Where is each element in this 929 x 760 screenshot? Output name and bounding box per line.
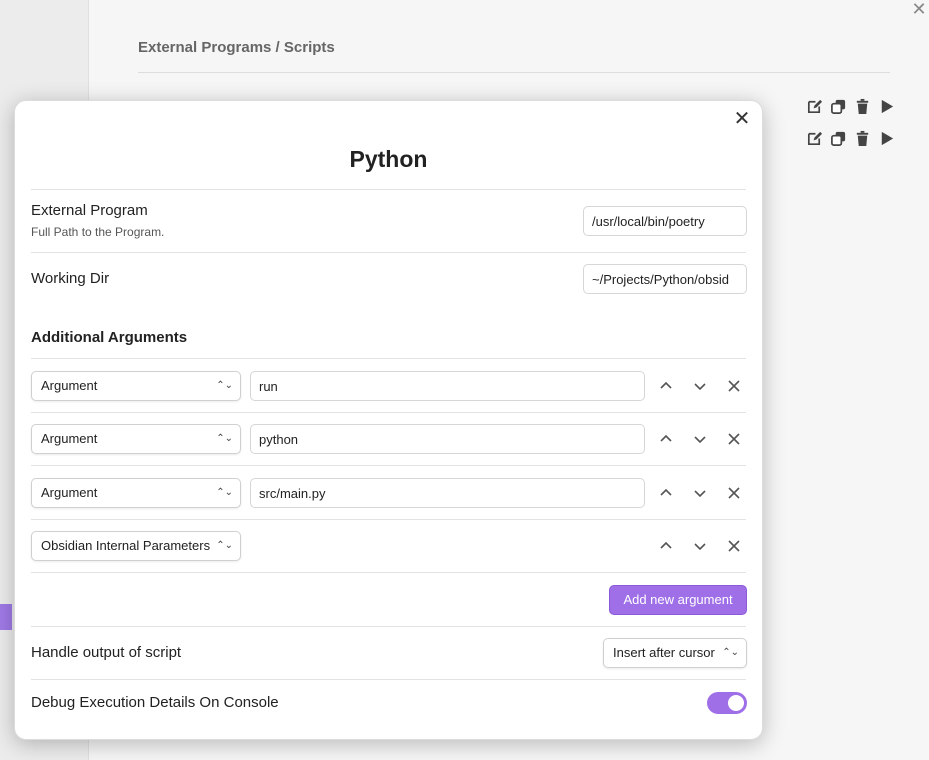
divider <box>31 252 746 253</box>
working-dir-label: Working Dir <box>31 270 110 287</box>
toggle-knob <box>728 695 744 711</box>
argument-type-select[interactable]: Obsidian Internal Parameters ⌃⌄ <box>31 531 241 561</box>
handle-output-select[interactable]: Insert after cursor ⌃⌄ <box>603 638 747 668</box>
section-title: External Programs / Scripts <box>138 39 335 56</box>
remove-argument-icon[interactable] <box>725 537 743 555</box>
argument-type-value: Obsidian Internal Parameters <box>41 538 211 553</box>
chevron-updown-icon: ⌃⌄ <box>216 487 233 498</box>
edit-icon[interactable] <box>806 130 823 147</box>
argument-type-select[interactable]: Argument ⌃⌄ <box>31 424 241 454</box>
external-program-input[interactable] <box>583 206 747 236</box>
argument-value-input[interactable] <box>250 371 645 401</box>
add-new-argument-button[interactable]: Add new argument <box>609 585 747 615</box>
argument-type-select[interactable]: Argument ⌃⌄ <box>31 371 241 401</box>
move-up-icon[interactable] <box>657 537 675 555</box>
chevron-updown-icon: ⌃⌄ <box>216 433 233 444</box>
script-actions-row-1 <box>806 98 895 115</box>
move-down-icon[interactable] <box>691 484 709 502</box>
move-up-icon[interactable] <box>657 377 675 395</box>
argument-type-value: Argument <box>41 431 98 446</box>
argument-type-value: Argument <box>41 485 98 500</box>
remove-argument-icon[interactable] <box>725 484 743 502</box>
divider <box>31 572 746 573</box>
argument-value-input[interactable] <box>250 478 645 508</box>
divider <box>31 626 746 627</box>
modal-close-icon[interactable]: ✕ <box>732 109 752 129</box>
trash-icon[interactable] <box>854 98 871 115</box>
argument-type-select[interactable]: Argument ⌃⌄ <box>31 478 241 508</box>
debug-label: Debug Execution Details On Console <box>31 694 279 711</box>
divider <box>31 519 746 520</box>
argument-value-input[interactable] <box>250 424 645 454</box>
move-down-icon[interactable] <box>691 537 709 555</box>
chevron-updown-icon: ⌃⌄ <box>722 647 739 658</box>
chevron-updown-icon: ⌃⌄ <box>216 540 233 551</box>
move-down-icon[interactable] <box>691 430 709 448</box>
play-icon[interactable] <box>878 130 895 147</box>
play-icon[interactable] <box>878 98 895 115</box>
script-actions-row-2 <box>806 130 895 147</box>
external-program-description: Full Path to the Program. <box>31 225 165 239</box>
chevron-updown-icon: ⌃⌄ <box>216 380 233 391</box>
remove-argument-icon[interactable] <box>725 430 743 448</box>
divider <box>31 189 746 190</box>
sidebar-active-indicator <box>0 604 12 630</box>
trash-icon[interactable] <box>854 130 871 147</box>
section-divider <box>138 72 890 73</box>
divider <box>31 358 746 359</box>
move-up-icon[interactable] <box>657 484 675 502</box>
modal-title: Python <box>349 146 428 172</box>
handle-output-label: Handle output of script <box>31 644 182 661</box>
script-settings-modal: ✕ Python External Program Full Path to t… <box>14 100 763 740</box>
working-dir-input[interactable] <box>583 264 747 294</box>
move-up-icon[interactable] <box>657 430 675 448</box>
external-program-label: External Program <box>31 202 148 219</box>
handle-output-value: Insert after cursor <box>613 645 715 660</box>
divider <box>31 679 746 680</box>
settings-close-icon[interactable]: ✕ <box>910 0 928 18</box>
divider <box>31 412 746 413</box>
argument-type-value: Argument <box>41 378 98 393</box>
edit-icon[interactable] <box>806 98 823 115</box>
remove-argument-icon[interactable] <box>725 377 743 395</box>
move-down-icon[interactable] <box>691 377 709 395</box>
additional-arguments-heading: Additional Arguments <box>31 329 188 346</box>
copy-icon[interactable] <box>830 130 847 147</box>
copy-icon[interactable] <box>830 98 847 115</box>
divider <box>31 465 746 466</box>
debug-toggle[interactable] <box>707 692 747 714</box>
